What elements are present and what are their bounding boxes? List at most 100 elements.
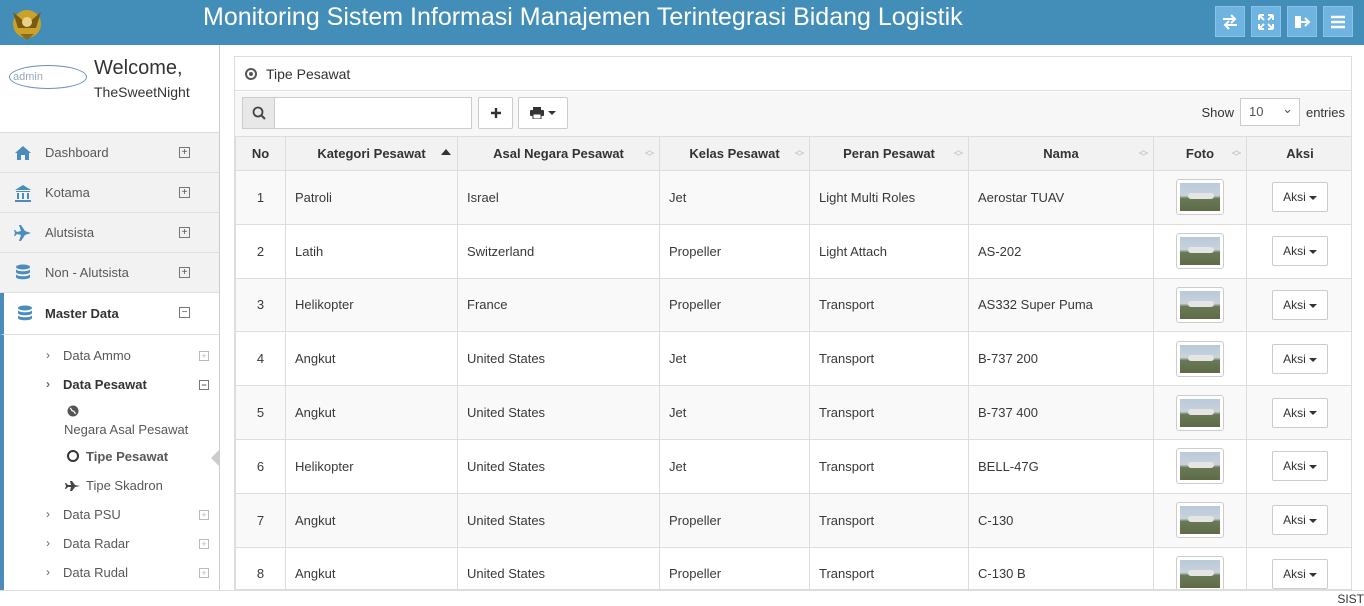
aircraft-photo-thumbnail[interactable] xyxy=(1176,448,1224,485)
cell-no: 7 xyxy=(235,492,286,548)
sidebar-item-label: Master Data xyxy=(45,306,119,321)
cell-aksi: Aksi xyxy=(1246,492,1351,548)
cell-no: 5 xyxy=(235,385,286,440)
table-row: 4 Angkut United States Jet Transport B-737 20… xyxy=(235,331,1351,387)
footer: SIST xyxy=(0,590,1364,606)
sidebar-item-master-data[interactable]: Master Data − xyxy=(0,293,219,335)
avatar: admin xyxy=(9,65,87,89)
chevron-right-icon: › xyxy=(46,377,50,391)
cell-asal-negara: United States xyxy=(457,492,660,548)
column-header-kategori[interactable]: Kategori Pesawat xyxy=(285,136,458,171)
table-row: 1 Patroli Israel Jet Light Multi Roles Aerost… xyxy=(235,170,1351,225)
table-row: 7 Angkut United States Propeller Transport C-… xyxy=(235,492,1351,548)
menu-toggle-button[interactable] xyxy=(1323,6,1353,37)
welcome-text: Welcome, xyxy=(94,57,183,79)
cell-foto xyxy=(1153,223,1247,279)
expand-icon: + xyxy=(179,187,190,198)
cell-foto xyxy=(1153,546,1247,589)
action-dropdown-button[interactable]: Aksi xyxy=(1272,451,1328,482)
search-input[interactable] xyxy=(275,97,472,129)
aircraft-photo-thumbnail[interactable] xyxy=(1176,233,1224,270)
sidebar-item-alutsista[interactable]: Alutsista + xyxy=(0,213,219,253)
expand-icon: + xyxy=(199,568,209,578)
aircraft-photo-thumbnail[interactable] xyxy=(1176,286,1224,323)
sidebar-item-non-alutsista[interactable]: Non - Alutsista + xyxy=(0,253,219,293)
cell-nama: B-737 200 xyxy=(968,331,1154,387)
sign-out-icon xyxy=(1295,15,1311,28)
cell-kategori: Helikopter xyxy=(285,277,458,333)
column-header-aksi: Aksi xyxy=(1246,136,1351,171)
expand-icon: + xyxy=(199,510,209,520)
emblem-logo-icon xyxy=(13,10,41,40)
cell-foto xyxy=(1153,385,1247,440)
sidebar-item-label: Kotama xyxy=(45,185,90,200)
cell-peran: Transport xyxy=(809,277,969,333)
main-panel: Tipe Pesawat Show 10 entries No xyxy=(234,56,1352,590)
cell-kategori: Angkut xyxy=(285,385,458,440)
cell-nama: B-737 400 xyxy=(968,385,1154,440)
caret-down-icon xyxy=(1308,303,1317,308)
show-label: Show xyxy=(1201,104,1234,120)
dot-circle-icon xyxy=(67,450,79,462)
action-dropdown-button[interactable]: Aksi xyxy=(1272,236,1328,267)
column-header-nama[interactable]: Nama ︿ ﹀ xyxy=(968,136,1154,171)
action-dropdown-button[interactable]: Aksi xyxy=(1272,397,1328,428)
column-header-asal-negara[interactable]: Asal Negara Pesawat ︿ ﹀ xyxy=(457,136,660,171)
action-dropdown-button[interactable]: Aksi xyxy=(1272,505,1328,536)
cell-asal-negara: France xyxy=(457,277,660,333)
page-size-select[interactable]: 10 xyxy=(1239,96,1300,126)
expand-icon: + xyxy=(199,351,209,361)
cell-foto xyxy=(1153,438,1247,494)
column-header-kelas[interactable]: Kelas Pesawat ︿ ﹀ xyxy=(659,136,810,171)
dot-circle-icon xyxy=(245,67,257,80)
swap-arrows-icon xyxy=(1223,13,1237,30)
column-header-foto[interactable]: Foto ︿ ﹀ xyxy=(1153,136,1247,171)
expand-icon: + xyxy=(179,267,190,278)
logout-button[interactable] xyxy=(1287,6,1317,37)
search-button[interactable] xyxy=(242,97,275,129)
column-header-peran[interactable]: Peran Pesawat ︿ ﹀ xyxy=(809,136,969,171)
add-button[interactable] xyxy=(478,97,513,129)
action-dropdown-button[interactable]: Aksi xyxy=(1272,343,1328,374)
table-toolbar: Show 10 entries xyxy=(235,92,1351,136)
cell-peran: Transport xyxy=(809,546,969,589)
globe-icon xyxy=(67,405,79,417)
caret-down-icon xyxy=(1308,465,1317,470)
cell-kelas: Jet xyxy=(659,331,810,387)
panel-header: Tipe Pesawat xyxy=(235,57,1351,91)
caret-down-icon xyxy=(1308,572,1317,577)
app-title: Monitoring Sistem Informasi Manajemen Te… xyxy=(203,3,963,31)
cell-nama: C-130 B xyxy=(968,546,1154,589)
cell-aksi: Aksi xyxy=(1246,385,1351,440)
cell-kategori: Helikopter xyxy=(285,438,458,494)
cell-peran: Transport xyxy=(809,385,969,440)
aircraft-photo-thumbnail[interactable] xyxy=(1176,502,1224,539)
cell-kelas: Jet xyxy=(659,170,810,225)
action-dropdown-button[interactable]: Aksi xyxy=(1272,558,1328,589)
cell-kelas: Propeller xyxy=(659,277,810,333)
sidebar-item-dashboard[interactable]: Dashboard + xyxy=(0,133,219,173)
aircraft-photo-thumbnail[interactable] xyxy=(1176,555,1224,589)
action-dropdown-button[interactable]: Aksi xyxy=(1272,182,1328,213)
action-dropdown-button[interactable]: Aksi xyxy=(1272,289,1328,320)
cell-peran: Transport xyxy=(809,438,969,494)
swap-button[interactable] xyxy=(1215,6,1245,37)
aircraft-photo-thumbnail[interactable] xyxy=(1176,179,1224,216)
sort-icon: ︿ ﹀ xyxy=(1138,145,1148,162)
cell-no: 8 xyxy=(235,546,286,589)
fullscreen-button[interactable] xyxy=(1251,6,1281,37)
column-header-no[interactable]: No xyxy=(235,136,286,171)
collapse-icon: − xyxy=(199,380,209,390)
cell-peran: Light Multi Roles xyxy=(809,170,969,225)
cell-aksi: Aksi xyxy=(1246,170,1351,225)
caret-down-icon xyxy=(1308,519,1317,523)
print-dropdown-button[interactable] xyxy=(518,97,568,129)
aircraft-photo-thumbnail[interactable] xyxy=(1176,394,1224,431)
sidebar-item-kotama[interactable]: Kotama + xyxy=(0,173,219,213)
aircraft-photo-thumbnail[interactable] xyxy=(1176,340,1224,377)
chevron-right-icon: › xyxy=(46,565,50,579)
cell-no: 2 xyxy=(235,223,286,279)
cell-foto xyxy=(1153,277,1247,333)
plane-icon xyxy=(65,481,80,491)
expand-icon: + xyxy=(179,227,190,238)
